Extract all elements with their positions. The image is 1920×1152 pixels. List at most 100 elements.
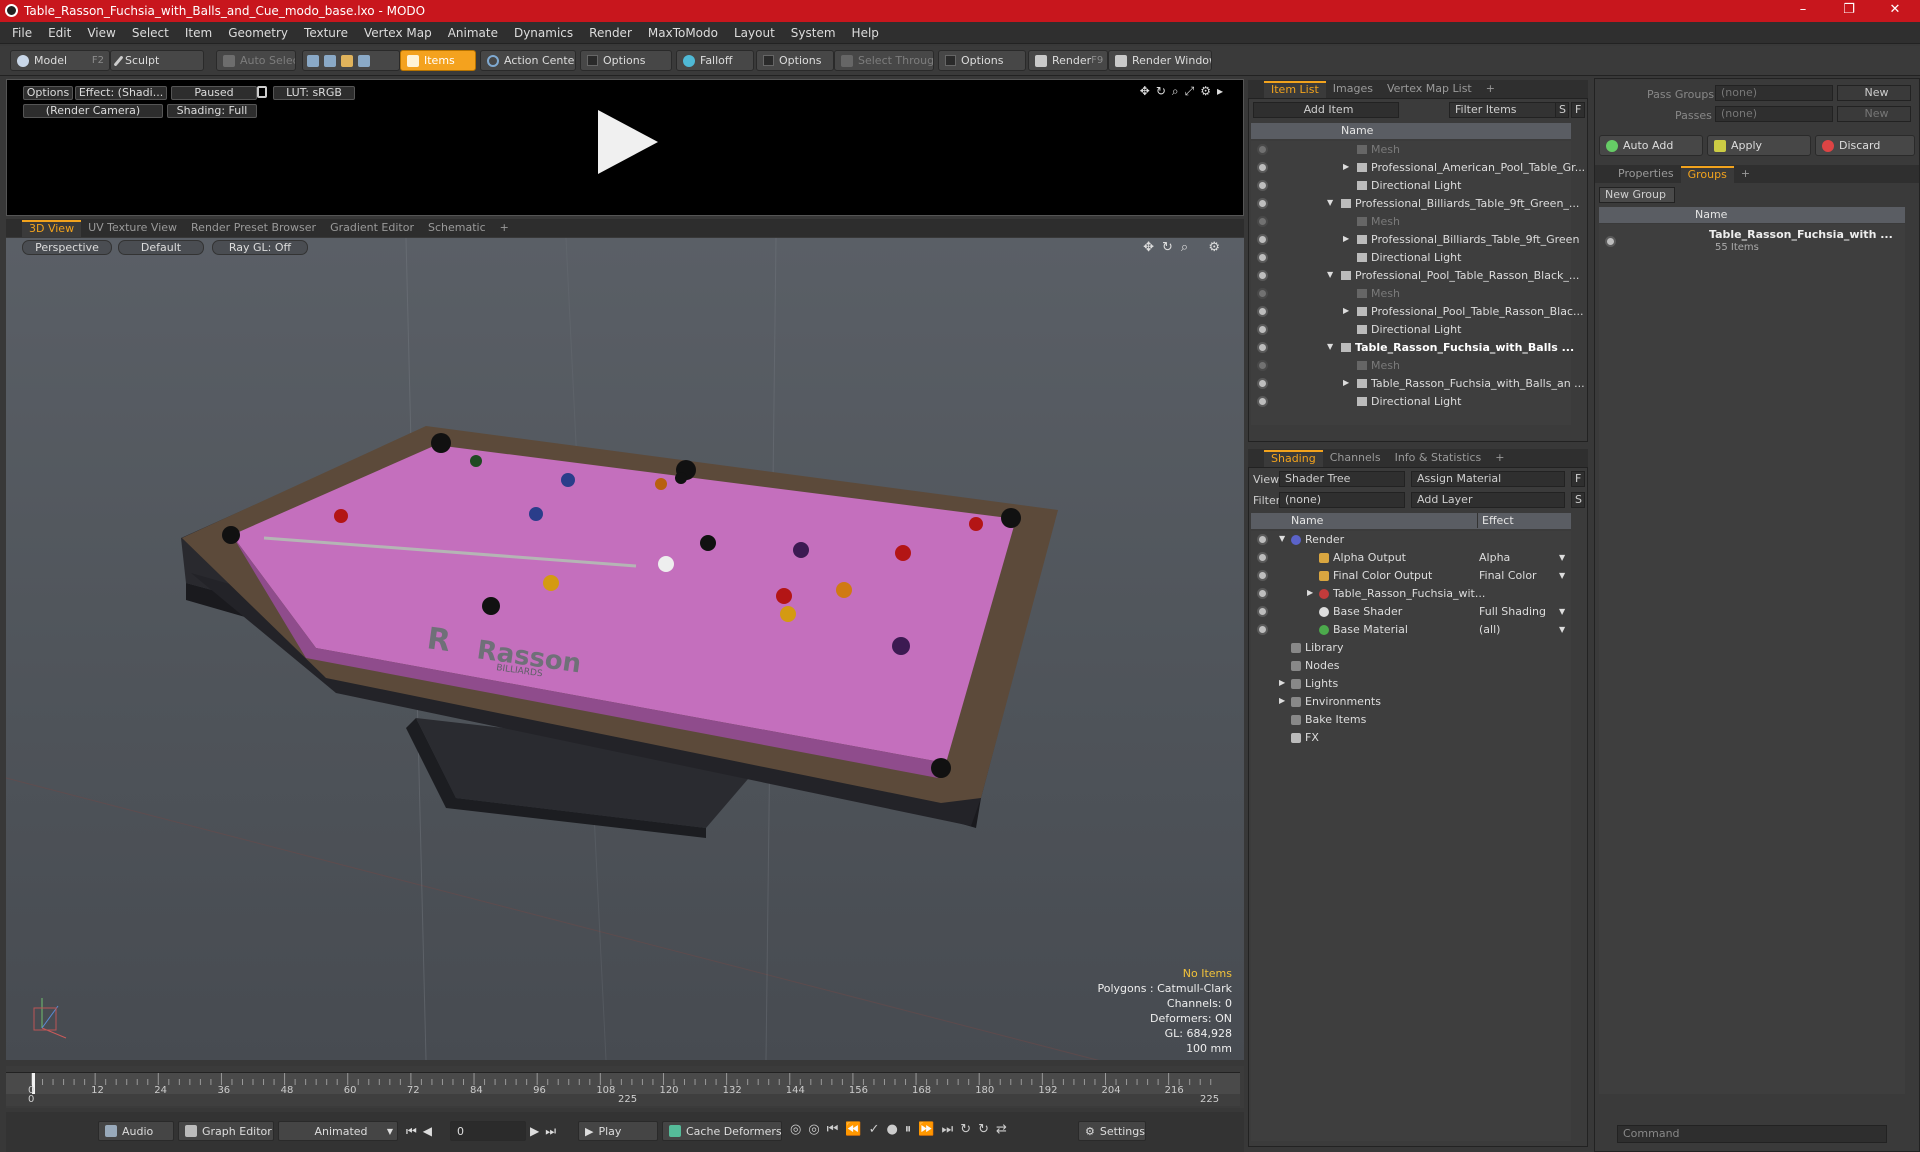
auto-select-button[interactable]: Auto Select — [216, 50, 296, 71]
minimize-button[interactable]: – — [1780, 0, 1826, 22]
eye-icon[interactable] — [1257, 360, 1268, 371]
shader-tree-dropdown[interactable]: Shader Tree — [1279, 471, 1405, 487]
effect-value[interactable]: Full Shading — [1479, 605, 1546, 618]
tab-properties[interactable]: Properties — [1611, 166, 1681, 183]
materials-mode-icon[interactable] — [358, 54, 370, 67]
eye-icon[interactable] — [1257, 162, 1268, 173]
paused-button[interactable]: Paused — [171, 86, 257, 100]
filter-s-button[interactable]: S — [1555, 102, 1569, 118]
menu-file[interactable]: File — [4, 26, 40, 40]
table-row[interactable]: ▶ Environments — [1251, 693, 1571, 711]
chevron-right-icon[interactable]: ▶ — [1279, 678, 1285, 687]
command-input[interactable]: Command — [1617, 1125, 1887, 1143]
new-pass-button[interactable]: New — [1837, 106, 1911, 122]
add-tab-button[interactable]: + — [493, 220, 516, 237]
table-row[interactable]: Final Color Output Final Color ▼ — [1251, 567, 1571, 585]
audio-button[interactable]: Audio — [98, 1121, 174, 1141]
add-item-dropdown[interactable]: Add Item — [1253, 102, 1399, 118]
table-row[interactable]: ▼ Render — [1251, 531, 1571, 549]
new-pass-group-button[interactable]: New — [1837, 85, 1911, 101]
menu-view[interactable]: View — [79, 26, 123, 40]
tab-3d-view[interactable]: 3D View — [22, 220, 82, 237]
eye-icon[interactable] — [1257, 552, 1268, 563]
timeline-ruler[interactable]: 0 12 24 36 48 60 72 84 96 108 120 132 144 156 168 180 19… — [6, 1072, 1240, 1096]
eye-icon[interactable] — [1257, 378, 1268, 389]
tab-images[interactable]: Images — [1326, 81, 1380, 98]
chevron-down-icon[interactable]: ▼ — [1559, 553, 1565, 562]
action-center-button[interactable]: Action Center — [480, 50, 576, 71]
eye-icon[interactable] — [1257, 534, 1268, 545]
tab-uv-texture-view[interactable]: UV Texture View — [81, 220, 184, 237]
edges-mode-icon[interactable] — [324, 54, 336, 67]
model-button[interactable]: Model F2 — [10, 50, 110, 71]
menu-layout[interactable]: Layout — [726, 26, 783, 40]
menu-texture[interactable]: Texture — [296, 26, 356, 40]
shading-dropdown[interactable]: Shading: Full — [167, 104, 257, 118]
play-button[interactable]: ▶ Play — [578, 1121, 658, 1141]
chevron-down-icon[interactable]: ▼ — [1327, 198, 1333, 207]
shading-f-button[interactable]: F — [1571, 471, 1585, 487]
chevron-down-icon[interactable]: ▼ — [1559, 571, 1565, 580]
assign-material-button[interactable]: Assign Material — [1411, 471, 1565, 487]
menu-system[interactable]: System — [783, 26, 844, 40]
preview-options-button[interactable]: Options — [23, 86, 73, 100]
falloff-options-button[interactable]: Options — [756, 50, 834, 71]
select-through-button[interactable]: Select Through — [834, 50, 934, 71]
render-camera-dropdown[interactable]: (Render Camera) — [23, 104, 163, 118]
render-window-button[interactable]: Render Window — [1108, 50, 1212, 71]
table-row[interactable]: Base Material (all) ▼ — [1251, 621, 1571, 639]
add-tab-button[interactable]: + — [1488, 450, 1511, 467]
falloff-button[interactable]: Falloff — [676, 50, 754, 71]
sculpt-button[interactable]: Sculpt — [110, 50, 204, 71]
add-layer-dropdown[interactable]: Add Layer — [1411, 492, 1565, 508]
table-row[interactable]: ▼ Professional_Billiards_Table_9ft_Green_… — [1251, 195, 1579, 213]
chevron-right-icon[interactable]: ▶ — [1307, 588, 1313, 597]
chevron-down-icon[interactable]: ▼ — [1559, 607, 1565, 616]
cache-deformers-button[interactable]: Cache Deformers — [662, 1121, 782, 1141]
table-row[interactable]: Directional Light — [1251, 321, 1571, 339]
menu-animate[interactable]: Animate — [440, 26, 506, 40]
eye-icon[interactable] — [1257, 252, 1268, 263]
shading-s-button[interactable]: S — [1571, 492, 1585, 508]
eye-icon[interactable] — [1257, 324, 1268, 335]
lut-dropdown[interactable]: LUT: sRGB — [273, 86, 355, 100]
chevron-down-icon[interactable]: ▼ — [1327, 270, 1333, 279]
effect-value[interactable]: (all) — [1479, 623, 1500, 636]
passes-dropdown[interactable]: (none) — [1715, 106, 1833, 122]
table-row[interactable]: Mesh — [1251, 285, 1571, 303]
menu-edit[interactable]: Edit — [40, 26, 79, 40]
tab-render-preset-browser[interactable]: Render Preset Browser — [184, 220, 323, 237]
table-row[interactable]: ▼ Professional_Pool_Table_Rasson_Black_..… — [1251, 267, 1579, 285]
tab-schematic[interactable]: Schematic — [421, 220, 493, 237]
table-row[interactable]: Mesh — [1251, 141, 1571, 159]
menu-dynamics[interactable]: Dynamics — [506, 26, 581, 40]
play-icon[interactable] — [592, 108, 662, 176]
close-button[interactable]: ✕ — [1872, 0, 1918, 22]
table-row[interactable]: ▶ Lights — [1251, 675, 1571, 693]
table-row[interactable]: ▶ Professional_Pool_Table_Rasson_Blac... — [1251, 303, 1584, 321]
items-mode-button[interactable]: Items — [400, 50, 476, 71]
table-row[interactable]: ▶ Professional_American_Pool_Table_Gr... — [1251, 159, 1585, 177]
tab-item-list[interactable]: Item List — [1264, 81, 1326, 98]
eye-icon[interactable] — [1257, 570, 1268, 581]
eye-icon[interactable] — [1257, 306, 1268, 317]
tab-groups[interactable]: Groups — [1680, 166, 1734, 183]
chevron-right-icon[interactable]: ▶ — [1343, 162, 1349, 171]
table-row[interactable]: FX — [1251, 729, 1571, 747]
table-row[interactable]: Library — [1251, 639, 1571, 657]
eye-icon[interactable] — [1257, 144, 1268, 155]
table-row[interactable]: Base Shader Full Shading ▼ — [1251, 603, 1571, 621]
menu-geometry[interactable]: Geometry — [220, 26, 296, 40]
eye-icon[interactable] — [1257, 216, 1268, 227]
chevron-right-icon[interactable]: ▶ — [1279, 696, 1285, 705]
table-row[interactable]: ▶ Professional_Billiards_Table_9ft_Green — [1251, 231, 1579, 249]
eye-icon[interactable] — [1257, 270, 1268, 281]
eye-icon[interactable] — [1257, 624, 1268, 635]
effect-value[interactable]: Alpha — [1479, 551, 1510, 564]
eye-icon[interactable] — [1257, 396, 1268, 407]
frame-input[interactable]: 0 — [450, 1121, 526, 1141]
eye-icon[interactable] — [1257, 588, 1268, 599]
filter-dropdown[interactable]: (none) — [1279, 492, 1405, 508]
chevron-right-icon[interactable]: ▶ — [1343, 306, 1349, 315]
pass-groups-dropdown[interactable]: (none) — [1715, 85, 1833, 101]
